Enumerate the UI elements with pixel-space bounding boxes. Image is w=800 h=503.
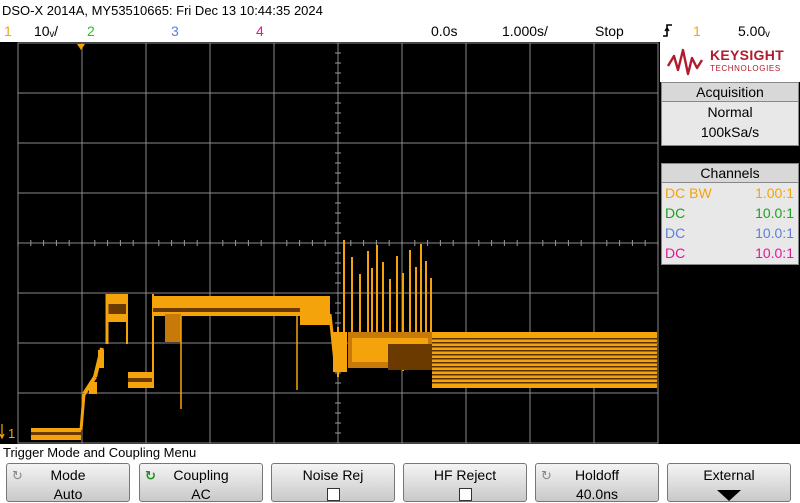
sample-rate: 100kSa/s: [700, 124, 760, 140]
channel-4-probe: 10.0:1: [755, 245, 794, 261]
trace-spike: [79, 393, 86, 431]
time-scale[interactable]: 1.000s/: [502, 21, 548, 42]
channel-row-3[interactable]: DC 10.0:1: [662, 223, 798, 243]
mode-label: Mode: [50, 467, 86, 483]
trace-segment: [89, 382, 97, 394]
acquisition-heading: Acquisition: [662, 83, 798, 102]
trace-segment: [31, 432, 81, 435]
ch1-trace: [31, 240, 657, 440]
coupling-label: Coupling: [173, 467, 229, 483]
window-title: DSO-X 2014A, MY53510665: Fri Dec 13 10:4…: [0, 0, 800, 21]
channel-2-probe: 10.0:1: [755, 205, 794, 221]
brand-name: KEYSIGHT: [710, 47, 784, 63]
acquisition-mode: Normal: [707, 104, 753, 120]
trace-segment: [388, 344, 432, 370]
channels-panel[interactable]: Channels DC BW 1.00:1 DC 10.0:1 DC 10.0:…: [661, 163, 799, 265]
holdoff-label: Holdoff: [574, 467, 620, 483]
noise-rej-label: Noise Rej: [302, 467, 364, 483]
trace-segment: [432, 338, 657, 340]
ch1-scale[interactable]: 10ᵥ/: [34, 21, 58, 42]
waveform-display[interactable]: 1: [0, 42, 660, 444]
external-label: External: [703, 467, 755, 483]
channel-row-1[interactable]: DC BW 1.00:1: [662, 183, 798, 203]
ground-arrow-icon: [0, 424, 5, 440]
trigger-level[interactable]: 5.00ᵥ: [738, 21, 770, 42]
trace-segment: [300, 299, 330, 325]
time-delay[interactable]: 0.0s: [431, 21, 457, 42]
channel-2-coupling: DC: [665, 205, 686, 221]
trace-segment: [432, 354, 657, 356]
hf-reject-checkbox-icon[interactable]: [458, 488, 472, 501]
ch1-number[interactable]: 1: [4, 21, 12, 42]
keysight-logo: KEYSIGHT TECHNOLOGIES: [660, 42, 800, 82]
trace-segment: [128, 378, 153, 382]
trace-segment: [165, 314, 181, 342]
ch1-ground-marker[interactable]: 1: [8, 426, 15, 441]
holdoff-value: 40.0ns: [575, 486, 619, 502]
trace-segment: [432, 382, 657, 384]
channel-3-coupling: DC: [665, 225, 686, 241]
trace-segment: [432, 362, 657, 364]
coupling-softkey[interactable]: ↻ Coupling AC: [139, 463, 263, 502]
trigger-position-marker[interactable]: [77, 44, 85, 50]
trigger-channel[interactable]: 1: [693, 21, 701, 42]
side-panel: KEYSIGHT TECHNOLOGIES Acquisition Normal…: [660, 42, 800, 444]
hf-reject-label: HF Reject: [433, 467, 497, 483]
trace-segment: [432, 350, 657, 352]
trace-segment: [432, 370, 657, 372]
channel-3-probe: 10.0:1: [755, 225, 794, 241]
trace-segment: [432, 342, 657, 344]
ch2-number[interactable]: 2: [87, 21, 95, 42]
trace-segment: [432, 374, 657, 376]
trace-segment: [432, 378, 657, 380]
trace-segment: [107, 304, 127, 314]
down-arrow-icon: [668, 485, 790, 503]
hf-reject-softkey[interactable]: HF Reject: [403, 463, 527, 502]
channel-row-2[interactable]: DC 10.0:1: [662, 203, 798, 223]
channel-1-coupling: DC BW: [665, 185, 712, 201]
acquisition-panel[interactable]: Acquisition Normal 100kSa/s: [661, 82, 799, 146]
keysight-wave-icon: [666, 48, 704, 76]
coupling-value: AC: [191, 486, 211, 502]
graticule: 1: [0, 42, 659, 444]
noise-rej-checkbox-icon[interactable]: [326, 488, 340, 501]
channel-status-bar: 1 10ᵥ/ 2 3 4 0.0s 1.000s/ Stop 1 5.00ᵥ: [0, 21, 800, 42]
ch4-number[interactable]: 4: [256, 21, 264, 42]
trace-segment: [98, 350, 104, 368]
holdoff-softkey[interactable]: ↻ Holdoff 40.0ns: [535, 463, 659, 502]
trace-segment: [432, 366, 657, 368]
mode-value: Auto: [53, 486, 83, 502]
menu-title: Trigger Mode and Coupling Menu: [0, 444, 800, 461]
softkey-bar: ↻ Mode Auto ↻ Coupling AC Noise Rej HF R…: [0, 461, 800, 503]
trace-segment: [432, 346, 657, 348]
noise-rej-softkey[interactable]: Noise Rej: [271, 463, 395, 502]
run-state[interactable]: Stop: [595, 21, 624, 42]
channel-4-coupling: DC: [665, 245, 686, 261]
trace-segment: [432, 332, 657, 388]
brand-sub: TECHNOLOGIES: [710, 64, 781, 73]
external-softkey[interactable]: External: [667, 463, 791, 502]
channel-row-4[interactable]: DC 10.0:1: [662, 243, 798, 263]
mode-softkey[interactable]: ↻ Mode Auto: [6, 463, 130, 502]
channel-1-probe: 1.00:1: [755, 185, 794, 201]
ch3-number[interactable]: 3: [171, 21, 179, 42]
channels-heading: Channels: [662, 164, 798, 183]
trace-segment: [432, 358, 657, 360]
